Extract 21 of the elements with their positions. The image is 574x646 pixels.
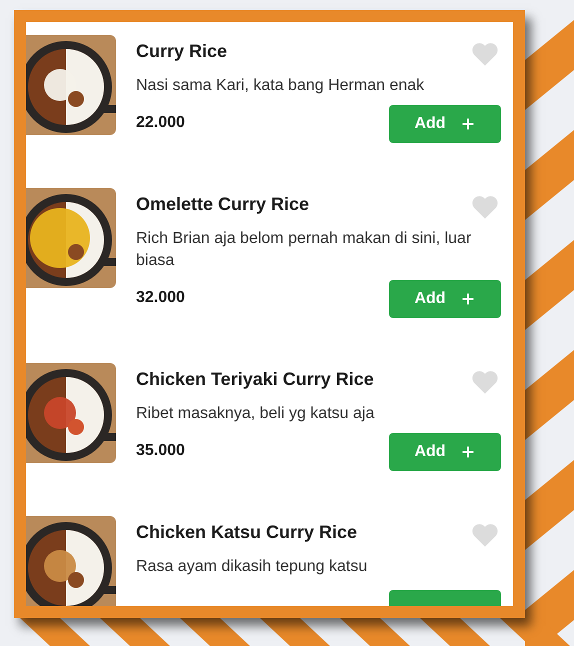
heart-icon[interactable] [471, 369, 499, 395]
plus-icon [460, 291, 476, 307]
add-button[interactable]: Add [389, 433, 501, 471]
add-button[interactable]: Add [389, 280, 501, 318]
item-price: 35.000 [136, 441, 185, 461]
item-price: 22.000 [136, 113, 185, 133]
heart-icon[interactable] [471, 522, 499, 548]
item-description: Ribet masaknya, beli yg katsu aja [136, 404, 376, 424]
plus-icon [460, 444, 476, 460]
item-description: Rasa ayam dikasih tepung katsu [136, 557, 368, 577]
plus-icon [460, 116, 476, 132]
add-button[interactable]: Add [389, 105, 501, 143]
item-name: Chicken Katsu Curry Rice [136, 521, 358, 544]
item-name: Chicken Teriyaki Curry Rice [136, 368, 374, 391]
item-name: Curry Rice [136, 40, 228, 63]
heart-icon[interactable] [471, 41, 499, 67]
item-price: 32.000 [136, 288, 185, 308]
item-description: Rich Brian aja belom pernah makan di sini, luar biasa [136, 229, 472, 271]
heart-icon[interactable] [471, 194, 499, 220]
item-name: Omelette Curry Rice [136, 193, 310, 216]
item-description: Nasi sama Kari, kata bang Herman enak [136, 76, 426, 96]
